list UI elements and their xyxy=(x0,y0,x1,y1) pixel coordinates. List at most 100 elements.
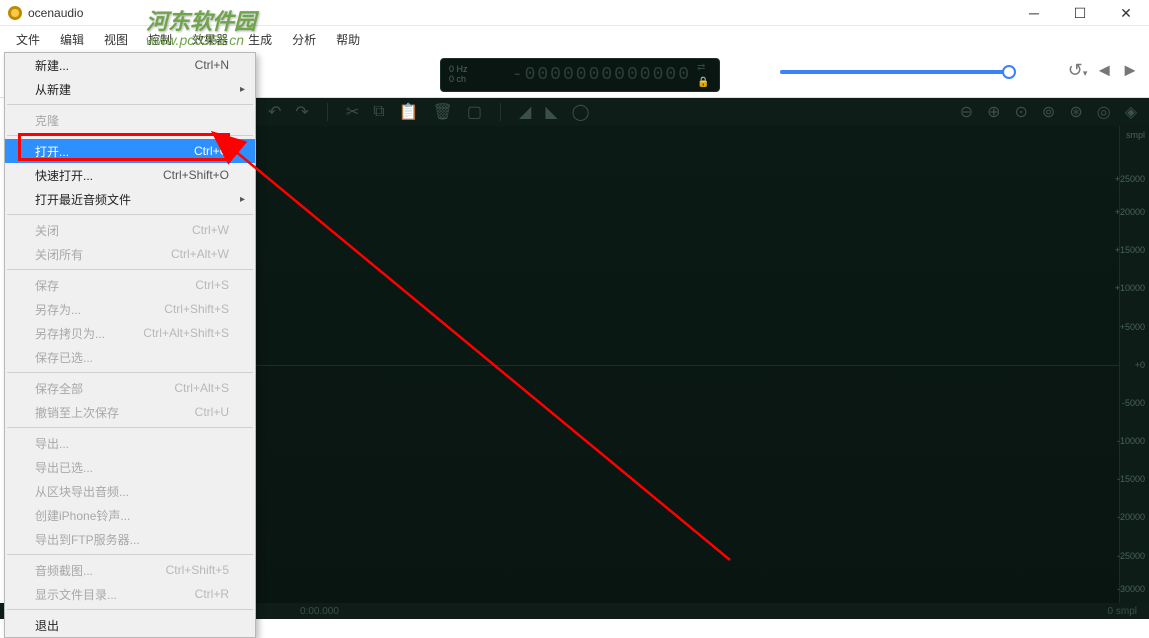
menu-item-label: 保存 xyxy=(35,277,59,294)
menu-item-label: 撤销至上次保存 xyxy=(35,404,119,421)
menu-item-shortcut: Ctrl+Shift+5 xyxy=(166,563,229,577)
menu-effects[interactable]: 效果器 xyxy=(182,27,238,52)
menu-item: 导出... xyxy=(5,431,255,455)
ruler-tick: -5000 xyxy=(1122,398,1145,408)
tool-b-icon[interactable]: ◈ xyxy=(1125,102,1137,122)
menu-file[interactable]: 文件 xyxy=(6,27,50,52)
menu-item[interactable]: 打开... Ctrl+O xyxy=(5,139,255,163)
menu-item-shortcut: Ctrl+Alt+W xyxy=(171,247,229,261)
menu-item-shortcut: Ctrl+S xyxy=(195,278,229,292)
menu-item-label: 显示文件目录... xyxy=(35,586,117,603)
waveform-canvas[interactable]: smpl +25000 +20000 +15000 +10000 +5000 +… xyxy=(256,126,1149,603)
menu-item-label: 另存拷贝为... xyxy=(35,325,105,342)
ruler-tick: +5000 xyxy=(1120,322,1145,332)
zero-line xyxy=(256,365,1119,366)
minimize-button[interactable]: ─ xyxy=(1011,0,1057,26)
ruler-tick: +15000 xyxy=(1115,245,1145,255)
menu-view[interactable]: 视图 xyxy=(94,27,138,52)
menu-item-shortcut: Ctrl+Alt+S xyxy=(174,381,229,395)
menu-item: 创建iPhone铃声... xyxy=(5,503,255,527)
ruler-tick: -30000 xyxy=(1117,584,1145,594)
menu-item-shortcut: Ctrl+R xyxy=(195,587,229,601)
file-menu-dropdown: 新建...Ctrl+N从新建克隆打开...Ctrl+O快速打开...Ctrl+S… xyxy=(4,52,256,638)
nav-forward-icon[interactable]: ► xyxy=(1121,60,1139,81)
menu-item-label: 打开... xyxy=(35,143,69,160)
menu-item: 另存拷贝为... Ctrl+Alt+Shift+S xyxy=(5,321,255,345)
display-lock-icons: ⇄🔒 xyxy=(697,62,711,88)
menu-item-label: 导出已选... xyxy=(35,459,93,476)
menu-analyze[interactable]: 分析 xyxy=(282,27,326,52)
amplitude-ruler: smpl +25000 +20000 +15000 +10000 +5000 +… xyxy=(1119,126,1149,603)
menu-item-label: 新建... xyxy=(35,57,69,74)
toolbar-right-icons: ↺▾ ◄ ► xyxy=(1068,60,1139,81)
menu-item-label: 退出 xyxy=(35,617,59,634)
menu-item[interactable]: 打开最近音频文件 xyxy=(5,187,255,211)
menu-item-label: 另存为... xyxy=(35,301,81,318)
fadeout-icon[interactable]: ◣ xyxy=(545,102,557,122)
menu-item-label: 关闭 xyxy=(35,222,59,239)
app-icon xyxy=(8,6,22,20)
zoom-v-icon[interactable]: ⊛ xyxy=(1069,102,1082,122)
copy-icon[interactable]: ⧉ xyxy=(373,103,384,121)
menu-item-shortcut: Ctrl+Shift+O xyxy=(163,168,229,182)
sample-counter: -0000000000000 xyxy=(468,65,691,85)
paste-icon[interactable]: 📋 xyxy=(399,102,419,122)
menu-item-label: 快速打开... xyxy=(35,167,93,184)
redo-icon[interactable]: ↷ xyxy=(295,102,308,122)
fadein-icon[interactable]: ◢ xyxy=(519,102,531,122)
menu-generate[interactable]: 生成 xyxy=(238,27,282,52)
ruler-tick: +25000 xyxy=(1115,174,1145,184)
ruler-tick: -25000 xyxy=(1117,551,1145,561)
sample-readout: 0 smpl xyxy=(1108,606,1137,617)
menu-help[interactable]: 帮助 xyxy=(326,27,370,52)
menu-item-label: 保存已选... xyxy=(35,349,93,366)
zoom-fit-icon[interactable]: ⊙ xyxy=(1015,102,1028,122)
zoom-out-icon[interactable]: ⊖ xyxy=(960,102,973,122)
menu-item[interactable]: 退出 xyxy=(5,613,255,637)
menu-item-label: 保存全部 xyxy=(35,380,83,397)
hz-ch-label: 0 Hz0 ch xyxy=(449,65,468,85)
ruler-tick: -20000 xyxy=(1117,512,1145,522)
time-readout: 0:00.000 xyxy=(300,606,339,617)
crop-icon[interactable]: ▢ xyxy=(467,102,482,122)
menu-item-shortcut: Ctrl+U xyxy=(195,405,229,419)
menu-control[interactable]: 控制 xyxy=(138,27,182,52)
menu-item: 保存全部 Ctrl+Alt+S xyxy=(5,376,255,400)
menu-item-label: 关闭所有 xyxy=(35,246,83,263)
menu-item: 关闭 Ctrl+W xyxy=(5,218,255,242)
menu-item[interactable]: 快速打开... Ctrl+Shift+O xyxy=(5,163,255,187)
tool-a-icon[interactable]: ◎ xyxy=(1097,102,1111,122)
menu-edit[interactable]: 编辑 xyxy=(50,27,94,52)
nav-back-icon[interactable]: ◄ xyxy=(1095,60,1113,81)
menu-item-label: 导出到FTP服务器... xyxy=(35,531,140,548)
menu-item: 音频截图... Ctrl+Shift+5 xyxy=(5,558,255,582)
volume-slider[interactable] xyxy=(780,70,1010,74)
menu-item-label: 从新建 xyxy=(35,81,71,98)
menu-item: 显示文件目录... Ctrl+R xyxy=(5,582,255,606)
menu-item-label: 打开最近音频文件 xyxy=(35,191,131,208)
menu-item-shortcut: Ctrl+Alt+Shift+S xyxy=(143,326,229,340)
menu-item: 保存 Ctrl+S xyxy=(5,273,255,297)
menu-item-label: 音频截图... xyxy=(35,562,93,579)
menu-item-label: 创建iPhone铃声... xyxy=(35,507,130,524)
zoom-in-icon[interactable]: ⊕ xyxy=(987,102,1000,122)
menu-bar: 文件 编辑 视图 控制 效果器 生成 分析 帮助 xyxy=(0,26,1149,52)
delete-icon[interactable]: 🗑 xyxy=(433,102,453,122)
menu-item-shortcut: Ctrl+W xyxy=(192,223,229,237)
menu-item: 撤销至上次保存 Ctrl+U xyxy=(5,400,255,424)
ruler-tick: -10000 xyxy=(1117,436,1145,446)
record-icon[interactable]: ◯ xyxy=(572,102,590,122)
menu-item[interactable]: 从新建 xyxy=(5,77,255,101)
history-icon[interactable]: ↺▾ xyxy=(1068,60,1088,81)
menu-item[interactable]: 新建... Ctrl+N xyxy=(5,53,255,77)
ruler-tick: +20000 xyxy=(1115,207,1145,217)
close-button[interactable]: ✕ xyxy=(1103,0,1149,26)
menu-item-shortcut: Ctrl+N xyxy=(195,58,229,72)
menu-item-shortcut: Ctrl+Shift+S xyxy=(164,302,229,316)
undo-icon[interactable]: ↶ xyxy=(268,102,281,122)
cut-icon[interactable]: ✂ xyxy=(346,102,359,122)
menu-item: 保存已选... xyxy=(5,345,255,369)
menu-item-shortcut: Ctrl+O xyxy=(194,144,229,158)
zoom-sel-icon[interactable]: ⊚ xyxy=(1042,102,1055,122)
maximize-button[interactable]: ☐ xyxy=(1057,0,1103,26)
